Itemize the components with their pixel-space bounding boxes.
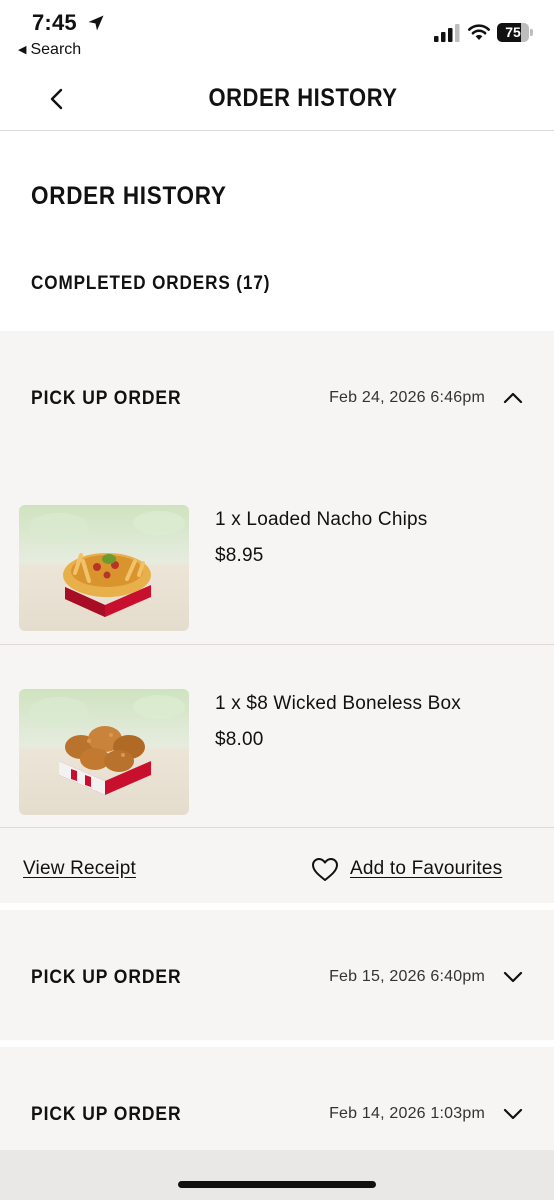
order-item: 1 x $8 Wicked Boneless Box $8.00 bbox=[0, 644, 554, 827]
item-name: 1 x Loaded Nacho Chips bbox=[215, 509, 428, 530]
back-to-search-label: Search bbox=[30, 41, 82, 58]
view-receipt-link[interactable]: View Receipt bbox=[23, 858, 136, 880]
order-date: Feb 24, 2026 6:46pm bbox=[329, 389, 485, 406]
chevron-down-icon[interactable] bbox=[502, 1107, 524, 1121]
back-to-search-link[interactable]: ◀ Search bbox=[18, 41, 81, 59]
nav-title: ORDER HISTORY bbox=[208, 84, 398, 112]
chevron-up-icon[interactable] bbox=[502, 391, 524, 405]
add-to-favourites-link[interactable]: Add to Favourites bbox=[350, 858, 502, 880]
wicked-boneless-box-image bbox=[19, 689, 189, 815]
order-actions: View Receipt Add to Favourites bbox=[0, 827, 554, 903]
heart-icon[interactable] bbox=[311, 857, 339, 882]
order-type: PICK UP ORDER bbox=[31, 967, 182, 988]
order-card[interactable]: PICK UP ORDER Feb 15, 2026 6:40pm bbox=[0, 910, 554, 1040]
order-item: 1 x Loaded Nacho Chips $8.95 bbox=[0, 461, 554, 644]
status-time: 7:45 bbox=[32, 10, 77, 35]
order-type: PICK UP ORDER bbox=[31, 388, 182, 409]
order-date: Feb 14, 2026 1:03pm bbox=[329, 1105, 485, 1122]
loaded-nacho-chips-image bbox=[19, 505, 189, 631]
chevron-down-icon[interactable] bbox=[502, 970, 524, 984]
item-name: 1 x $8 Wicked Boneless Box bbox=[215, 693, 461, 714]
battery-percent: 75 bbox=[505, 24, 521, 40]
back-triangle-icon: ◀ bbox=[18, 44, 27, 56]
wifi-icon bbox=[468, 24, 490, 40]
order-type: PICK UP ORDER bbox=[31, 1104, 182, 1125]
order-card-header[interactable]: PICK UP ORDER Feb 24, 2026 6:46pm bbox=[0, 331, 554, 461]
order-date: Feb 15, 2026 6:40pm bbox=[329, 968, 485, 985]
item-price: $8.95 bbox=[215, 545, 264, 566]
battery-indicator: 75 bbox=[497, 23, 533, 42]
completed-orders-heading: COMPLETED ORDERS (17) bbox=[31, 273, 271, 294]
nav-header: ORDER HISTORY bbox=[0, 66, 554, 131]
home-indicator-area bbox=[0, 1150, 554, 1200]
cellular-signal-icon bbox=[434, 24, 460, 42]
page-title: ORDER HISTORY bbox=[31, 182, 227, 210]
status-bar: 7:45 ◀ Search 75 bbox=[0, 0, 554, 66]
location-arrow-icon bbox=[88, 15, 104, 31]
item-price: $8.00 bbox=[215, 729, 264, 750]
order-card[interactable]: PICK UP ORDER Feb 14, 2026 1:03pm bbox=[0, 1047, 554, 1150]
home-indicator[interactable] bbox=[178, 1181, 376, 1188]
order-card: PICK UP ORDER Feb 24, 2026 6:46pm 1 x Lo… bbox=[0, 331, 554, 903]
